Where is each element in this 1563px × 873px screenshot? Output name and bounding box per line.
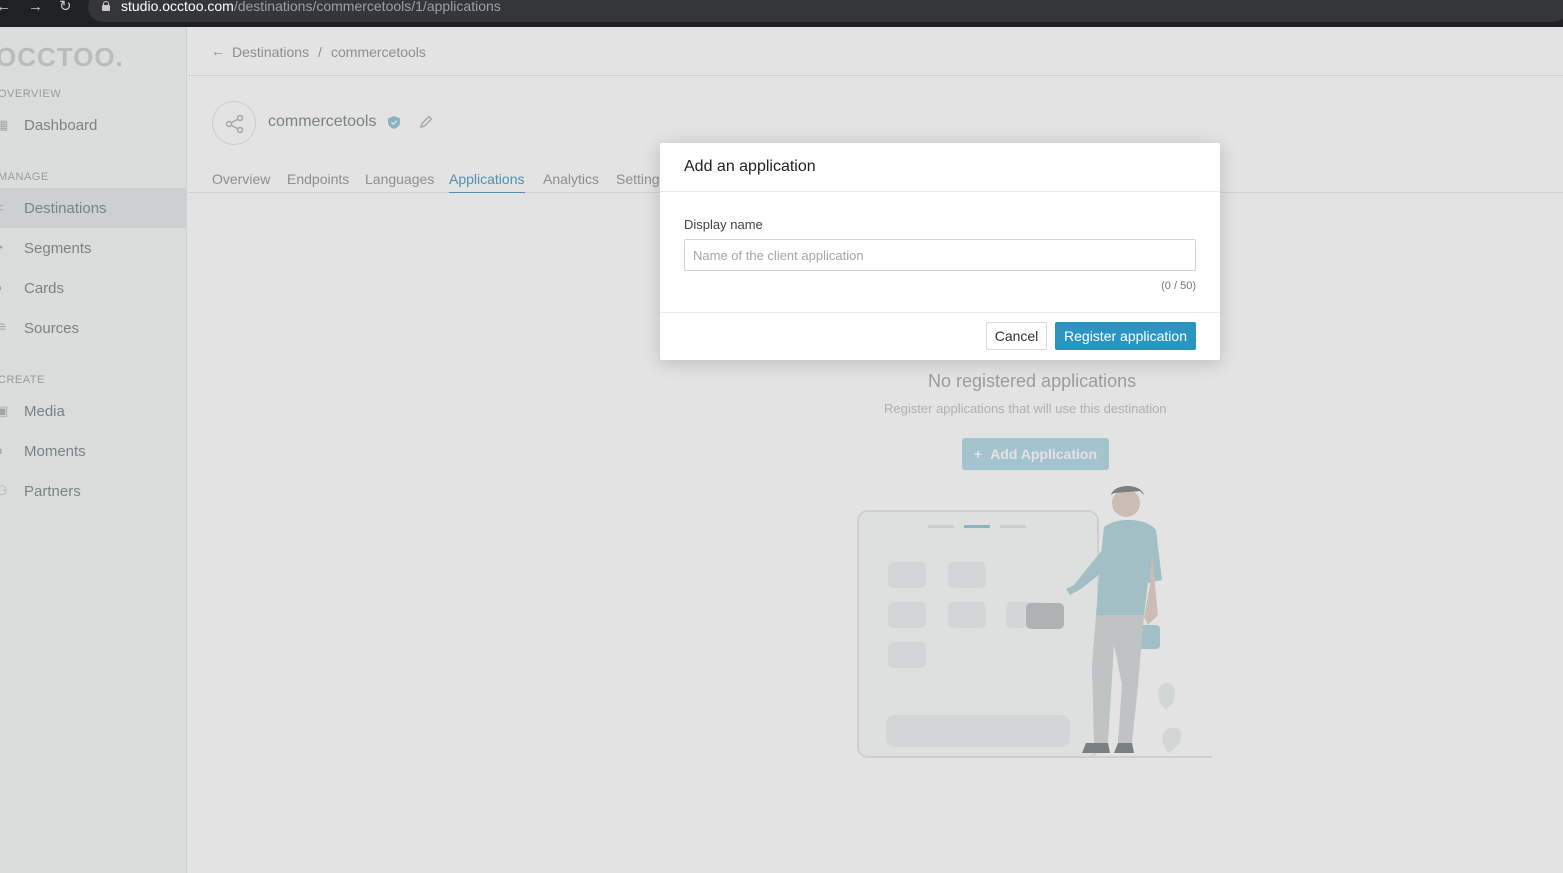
character-counter: (0 / 50) bbox=[1161, 280, 1196, 292]
dialog-body: Display name (0 / 50) bbox=[660, 192, 1220, 313]
url-text[interactable]: studio.occtoo.com/destinations/commercet… bbox=[121, 0, 501, 14]
cancel-button[interactable]: Cancel bbox=[986, 322, 1047, 350]
lock-icon bbox=[102, 1, 110, 11]
display-name-input[interactable] bbox=[684, 239, 1196, 271]
reload-icon[interactable]: ↻ bbox=[59, 0, 72, 14]
dialog-title: Add an application bbox=[660, 143, 1220, 192]
display-name-label: Display name bbox=[684, 217, 763, 232]
back-arrow-icon[interactable]: ← bbox=[0, 0, 11, 14]
forward-arrow-icon[interactable]: → bbox=[28, 0, 43, 14]
add-application-dialog: Add an application Display name (0 / 50)… bbox=[660, 143, 1220, 360]
register-application-button[interactable]: Register application bbox=[1055, 322, 1196, 350]
browser-toolbar: ← → ↻ studio.occtoo.com/destinations/com… bbox=[0, 0, 1563, 27]
